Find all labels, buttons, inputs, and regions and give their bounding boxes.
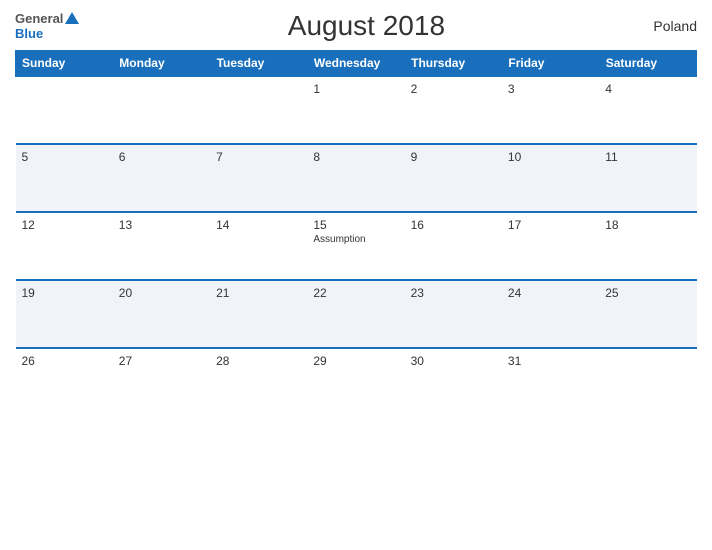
day-number: 8	[313, 150, 398, 164]
calendar-cell: 31	[502, 348, 599, 416]
day-number: 2	[411, 82, 496, 96]
calendar-cell: 28	[210, 348, 307, 416]
calendar-cell: 7	[210, 144, 307, 212]
day-number: 9	[411, 150, 496, 164]
day-number: 10	[508, 150, 593, 164]
calendar-week-row: 56789 10 11	[16, 144, 697, 212]
calendar-week-row: 12 13 14 15 Assumption 16 17 18	[16, 212, 697, 280]
calendar-page: General Blue August 2018 Poland Sunday M…	[0, 0, 712, 550]
day-number: 28	[216, 354, 301, 368]
calendar-cell: 16	[405, 212, 502, 280]
logo-triangle-icon	[65, 12, 79, 24]
calendar-cell: 13	[113, 212, 210, 280]
header: General Blue August 2018 Poland	[15, 10, 697, 42]
calendar-cell: 25	[599, 280, 696, 348]
day-number: 4	[605, 82, 690, 96]
calendar-cell	[16, 76, 113, 144]
day-number: 27	[119, 354, 204, 368]
calendar-cell: 10	[502, 144, 599, 212]
logo-blue: Blue	[15, 26, 43, 41]
calendar-cell: 12	[16, 212, 113, 280]
calendar-cell: 15 Assumption	[307, 212, 404, 280]
holiday-name: Assumption	[313, 234, 398, 245]
col-saturday: Saturday	[599, 51, 696, 77]
calendar-table: Sunday Monday Tuesday Wednesday Thursday…	[15, 50, 697, 416]
col-wednesday: Wednesday	[307, 51, 404, 77]
calendar-cell	[599, 348, 696, 416]
calendar-cell: 11	[599, 144, 696, 212]
calendar-cell	[113, 76, 210, 144]
calendar-cell: 8	[307, 144, 404, 212]
day-number: 1	[313, 82, 398, 96]
day-number: 30	[411, 354, 496, 368]
logo: General Blue	[15, 11, 79, 41]
day-number: 7	[216, 150, 301, 164]
day-number: 3	[508, 82, 593, 96]
calendar-cell: 17	[502, 212, 599, 280]
calendar-week-row: 19 20 21 22 23 24 25	[16, 280, 697, 348]
day-number: 16	[411, 218, 496, 232]
calendar-cell: 21	[210, 280, 307, 348]
day-number: 20	[119, 286, 204, 300]
day-number: 12	[22, 218, 107, 232]
calendar-cell: 6	[113, 144, 210, 212]
calendar-cell: 1	[307, 76, 404, 144]
col-tuesday: Tuesday	[210, 51, 307, 77]
col-thursday: Thursday	[405, 51, 502, 77]
calendar-cell: 2	[405, 76, 502, 144]
col-monday: Monday	[113, 51, 210, 77]
country-label: Poland	[653, 18, 697, 34]
calendar-cell: 26	[16, 348, 113, 416]
calendar-title: August 2018	[288, 10, 445, 42]
calendar-body: 123456789101112131415Assumption161718192…	[16, 76, 697, 416]
day-number: 24	[508, 286, 593, 300]
day-number: 25	[605, 286, 690, 300]
calendar-cell	[210, 76, 307, 144]
day-number: 14	[216, 218, 301, 232]
col-friday: Friday	[502, 51, 599, 77]
calendar-cell: 22	[307, 280, 404, 348]
day-number: 5	[22, 150, 107, 164]
days-of-week-row: Sunday Monday Tuesday Wednesday Thursday…	[16, 51, 697, 77]
calendar-header: Sunday Monday Tuesday Wednesday Thursday…	[16, 51, 697, 77]
calendar-cell: 20	[113, 280, 210, 348]
calendar-cell: 4	[599, 76, 696, 144]
day-number: 15	[313, 218, 398, 232]
day-number: 22	[313, 286, 398, 300]
day-number: 13	[119, 218, 204, 232]
col-sunday: Sunday	[16, 51, 113, 77]
calendar-week-row: 1234	[16, 76, 697, 144]
calendar-week-row: 26 27 28 29 30 31	[16, 348, 697, 416]
day-number: 11	[605, 150, 690, 164]
calendar-cell: 9	[405, 144, 502, 212]
day-number: 29	[313, 354, 398, 368]
day-number: 23	[411, 286, 496, 300]
calendar-cell: 5	[16, 144, 113, 212]
calendar-cell: 30	[405, 348, 502, 416]
calendar-cell: 24	[502, 280, 599, 348]
logo-general: General	[15, 11, 63, 26]
calendar-cell: 29	[307, 348, 404, 416]
day-number: 21	[216, 286, 301, 300]
calendar-cell: 14	[210, 212, 307, 280]
day-number: 26	[22, 354, 107, 368]
calendar-cell: 27	[113, 348, 210, 416]
calendar-cell: 19	[16, 280, 113, 348]
day-number: 19	[22, 286, 107, 300]
day-number: 6	[119, 150, 204, 164]
day-number: 18	[605, 218, 690, 232]
calendar-cell: 18	[599, 212, 696, 280]
day-number: 31	[508, 354, 593, 368]
calendar-cell: 23	[405, 280, 502, 348]
calendar-cell: 3	[502, 76, 599, 144]
day-number: 17	[508, 218, 593, 232]
